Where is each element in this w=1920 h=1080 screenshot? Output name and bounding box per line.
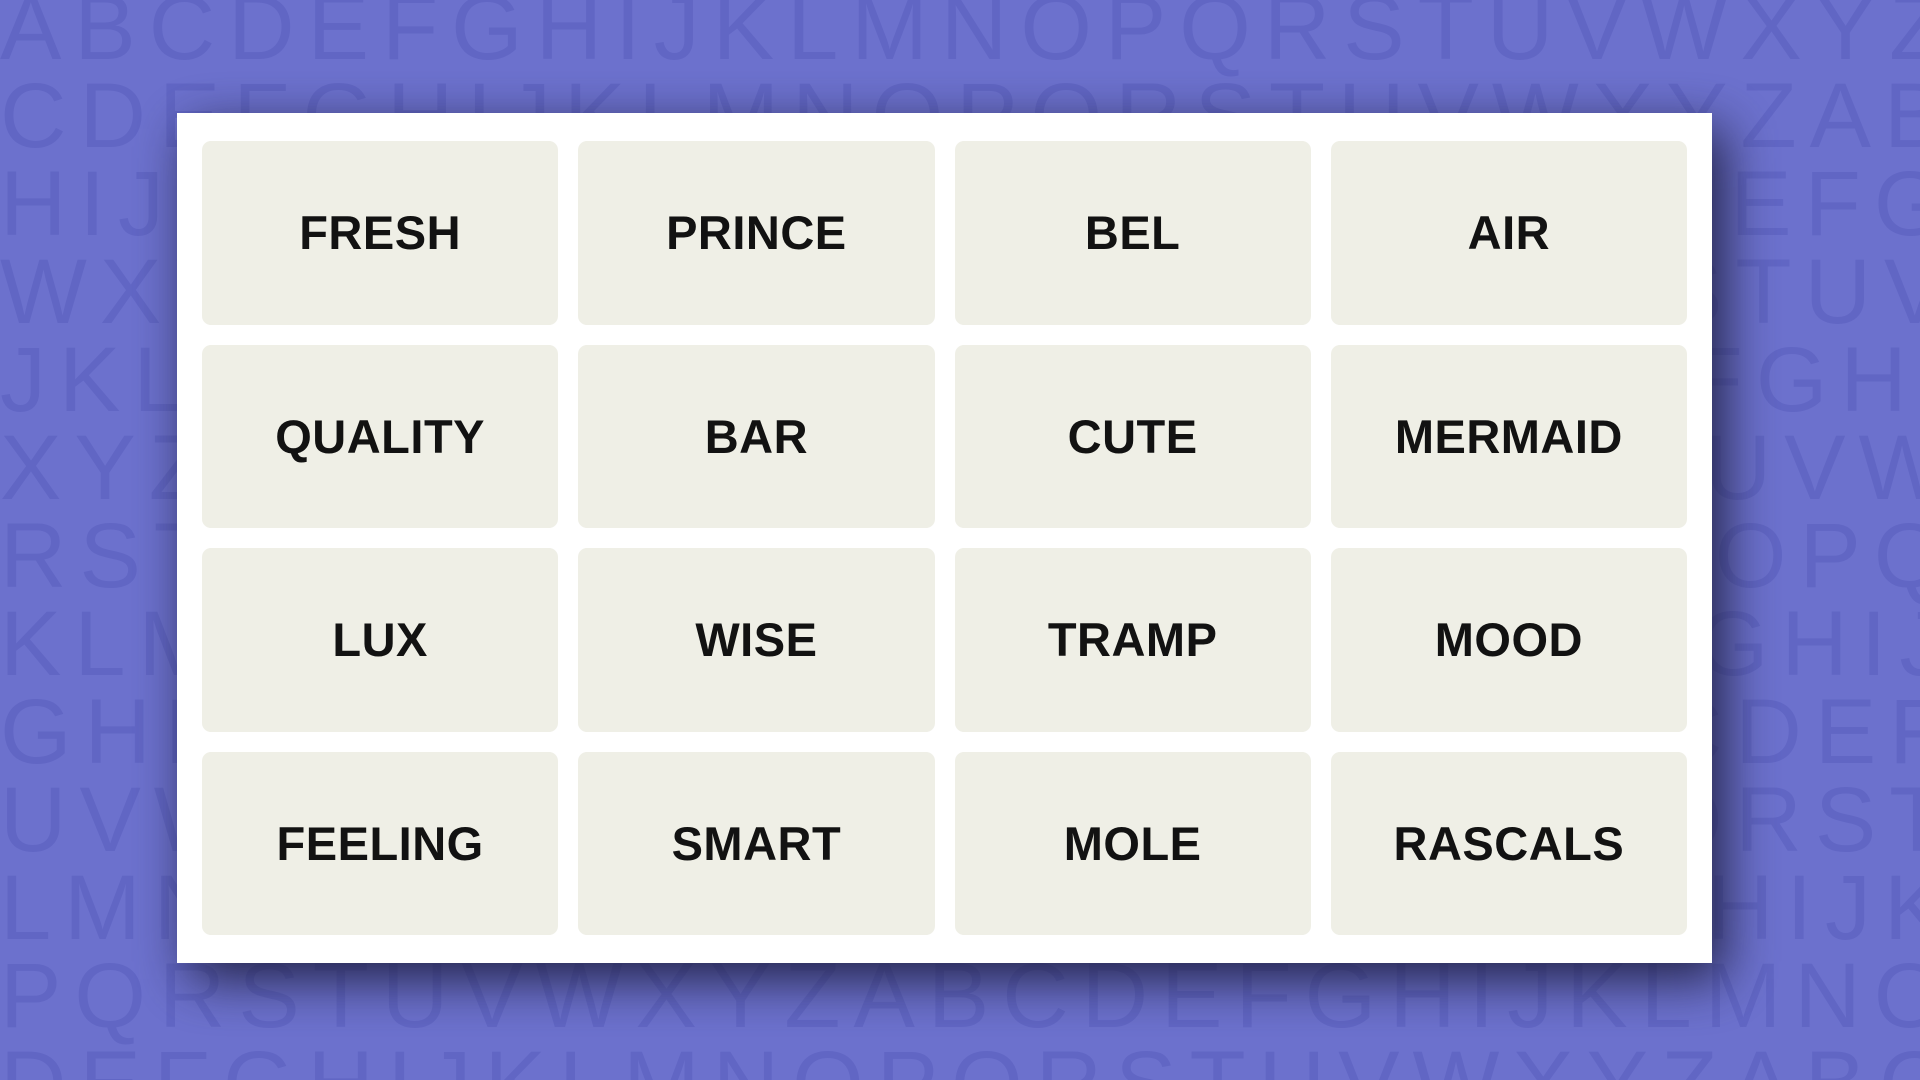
word-tile[interactable]: MOOD: [1330, 548, 1687, 732]
word-tile-label: FRESH: [299, 206, 462, 260]
word-tile[interactable]: LUX: [202, 548, 559, 732]
word-tile-label: QUALITY: [275, 409, 486, 463]
word-tile-label: MERMAID: [1394, 409, 1623, 463]
word-tile-label: BEL: [1084, 206, 1181, 260]
word-puzzle-board: FRESH PRINCE BEL AIR QUALITY BAR CUTE MERMAID LU…: [177, 113, 1712, 963]
word-tile[interactable]: FEELING: [202, 751, 559, 935]
word-tile[interactable]: TRAMP: [954, 548, 1311, 732]
word-tile-label: BAR: [704, 409, 809, 463]
word-tile-label: MOLE: [1063, 816, 1202, 870]
word-tile-label: AIR: [1467, 206, 1551, 260]
word-tile[interactable]: QUALITY: [202, 344, 559, 528]
word-tile-label: MOOD: [1434, 613, 1583, 667]
word-tile[interactable]: MOLE: [954, 751, 1311, 935]
word-tile[interactable]: BEL: [954, 141, 1311, 325]
word-tile[interactable]: SMART: [578, 751, 935, 935]
word-tile-label: PRINCE: [666, 206, 847, 260]
word-tile-label: WISE: [695, 613, 818, 667]
word-tile-label: FEELING: [276, 816, 484, 870]
word-tile[interactable]: MERMAID: [1330, 344, 1687, 528]
word-tile[interactable]: CUTE: [954, 344, 1311, 528]
word-tile-label: RASCALS: [1393, 816, 1625, 870]
word-tile[interactable]: WISE: [578, 548, 935, 732]
word-tile[interactable]: PRINCE: [578, 141, 935, 325]
word-tile[interactable]: BAR: [578, 344, 935, 528]
word-tile[interactable]: FRESH: [202, 141, 559, 325]
word-tile-label: CUTE: [1067, 409, 1198, 463]
background-letter-row: DEFGHIJKLMNOPQRSTUVWXYZABCDEFGHIJK: [0, 1038, 1920, 1080]
word-tile-grid: FRESH PRINCE BEL AIR QUALITY BAR CUTE MERMAID LU…: [202, 141, 1687, 935]
word-tile-label: LUX: [332, 613, 428, 667]
word-tile[interactable]: AIR: [1330, 141, 1687, 325]
word-tile[interactable]: RASCALS: [1330, 751, 1687, 935]
word-tile-label: SMART: [671, 816, 842, 870]
word-tile-label: TRAMP: [1047, 613, 1218, 667]
background-letter-row: ABCDEFGHIJKLMNOPQRSTUVWXYZABCDEFGH: [0, 0, 1920, 79]
